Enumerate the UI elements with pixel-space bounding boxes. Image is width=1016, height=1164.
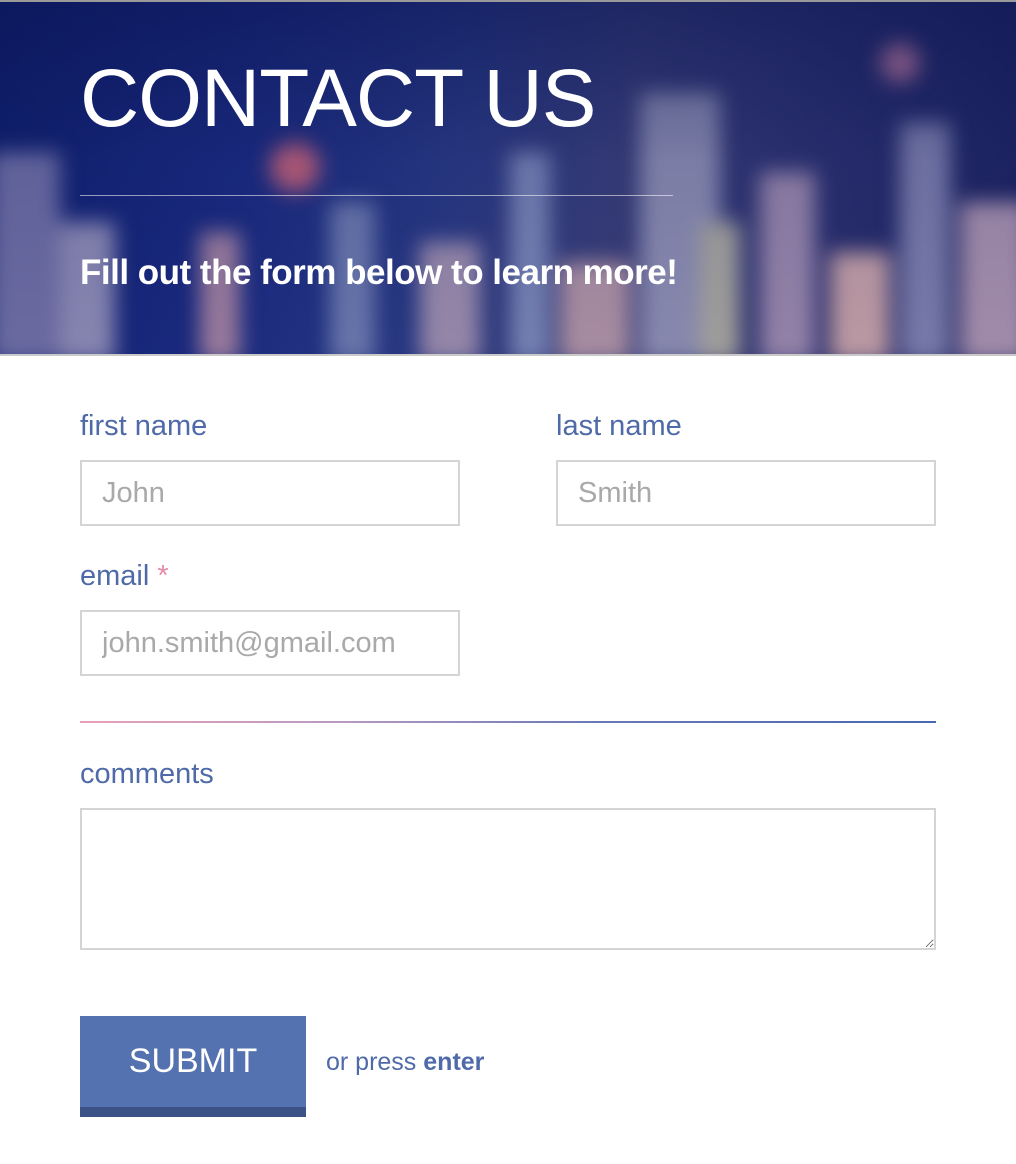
hero-bottom-border bbox=[0, 354, 1016, 356]
last-name-label: last name bbox=[556, 410, 682, 442]
comments-textarea[interactable] bbox=[80, 808, 936, 950]
comments-label: comments bbox=[80, 758, 214, 790]
submit-button[interactable]: SUBMIT bbox=[80, 1016, 306, 1117]
title-underline bbox=[80, 195, 673, 196]
first-name-label: first name bbox=[80, 410, 208, 442]
page-subtitle: Fill out the form below to learn more! bbox=[80, 253, 678, 292]
hero-banner: CONTACT US Fill out the form below to le… bbox=[0, 0, 1016, 356]
required-asterisk: * bbox=[157, 560, 169, 592]
page-title: CONTACT US bbox=[80, 53, 596, 144]
section-divider bbox=[80, 721, 936, 723]
enter-hint: or press enter bbox=[326, 1048, 484, 1077]
email-label-row: email * bbox=[80, 562, 169, 591]
first-name-input[interactable] bbox=[80, 460, 460, 526]
email-input[interactable] bbox=[80, 610, 460, 676]
last-name-input[interactable] bbox=[556, 460, 936, 526]
enter-hint-prefix: or press bbox=[326, 1048, 417, 1076]
enter-hint-key: enter bbox=[423, 1048, 485, 1076]
email-label: email bbox=[80, 560, 150, 592]
